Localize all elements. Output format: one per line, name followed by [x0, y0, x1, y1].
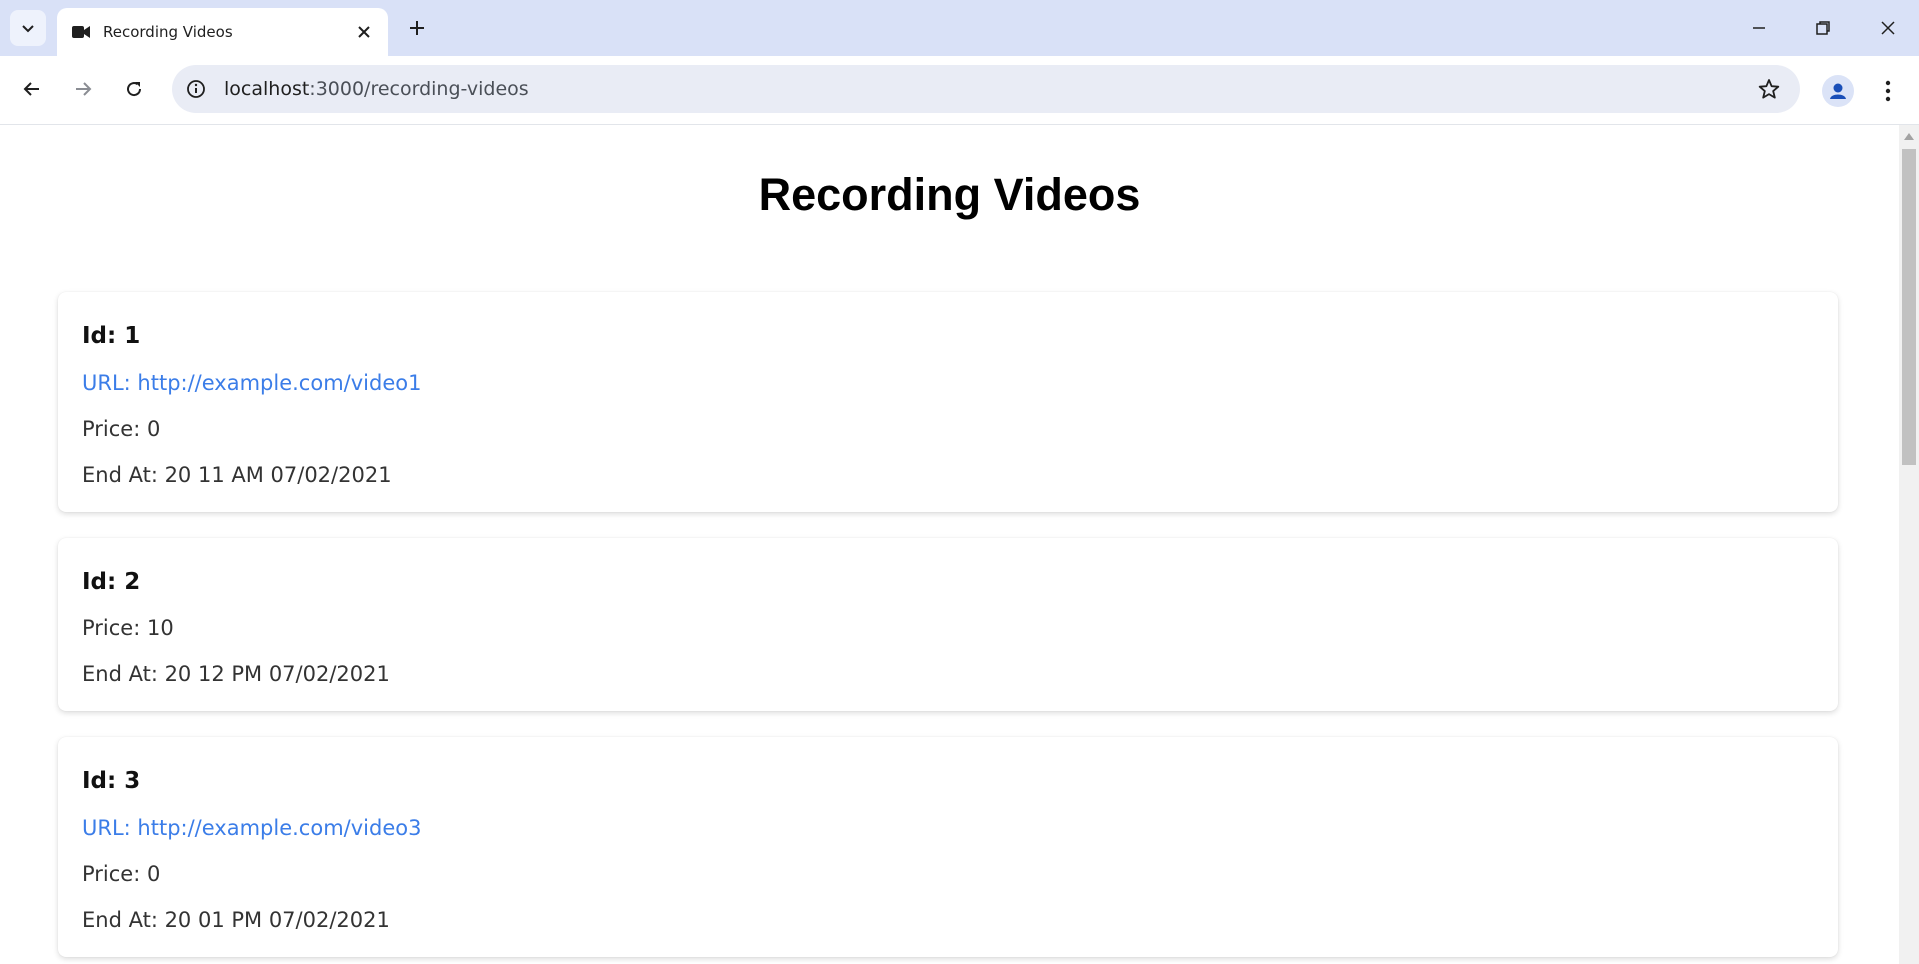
reload-button[interactable] — [117, 72, 151, 106]
url-host: localhost — [224, 78, 310, 100]
video-id: Id: 1 — [82, 323, 141, 349]
address-text[interactable]: localhost:3000/recording-videos — [224, 78, 529, 100]
video-card: Id: 2 Price: 10 End At: 20 12 PM 07/02/2… — [58, 538, 1838, 711]
profile-icon — [1830, 83, 1846, 99]
new-tab-button[interactable] — [403, 14, 431, 42]
browser-menu-button[interactable] — [1876, 75, 1900, 107]
video-price: Price: 0 — [82, 417, 161, 441]
video-end-at: End At: 20 01 PM 07/02/2021 — [82, 908, 390, 932]
video-id: Id: 3 — [82, 768, 141, 794]
video-id: Id: 2 — [82, 569, 141, 595]
video-card: Id: 3 URL: http://example.com/video3 Pri… — [58, 737, 1838, 957]
tab-search-icon — [22, 25, 34, 33]
bookmark-button[interactable] — [1756, 76, 1782, 102]
forward-button[interactable] — [66, 72, 100, 106]
close-icon — [358, 26, 370, 38]
tab-title: Recording Videos — [103, 23, 233, 41]
scrollbar-thumb[interactable] — [1902, 149, 1916, 465]
close-tab-button[interactable] — [353, 21, 375, 43]
plus-icon — [410, 21, 424, 35]
page-scrollbar[interactable] — [1899, 125, 1919, 964]
video-price: Price: 0 — [82, 862, 161, 886]
url-path: :3000/recording-videos — [309, 78, 529, 100]
minimize-button[interactable] — [1744, 14, 1774, 42]
close-window-button[interactable] — [1873, 14, 1903, 42]
restore-button[interactable] — [1808, 14, 1838, 42]
video-card: Id: 1 URL: http://example.com/video1 Pri… — [58, 292, 1838, 512]
video-end-at: End At: 20 11 AM 07/02/2021 — [82, 463, 392, 487]
back-icon — [23, 82, 39, 96]
video-url-link[interactable]: URL: http://example.com/video3 — [82, 816, 421, 840]
back-button[interactable] — [15, 72, 49, 106]
minimize-icon — [1753, 27, 1765, 29]
active-tab[interactable]: Recording Videos — [57, 8, 388, 56]
page-viewport: Recording Videos Id: 1 URL: http://examp… — [0, 125, 1899, 964]
page-title: Recording Videos — [758, 169, 1141, 220]
browser-toolbar: localhost:3000/recording-videos — [0, 56, 1919, 125]
kebab-menu-icon — [1885, 80, 1891, 102]
profile-button[interactable] — [1822, 75, 1854, 107]
restore-icon — [1816, 21, 1830, 35]
video-camera-icon — [71, 24, 91, 44]
site-info-icon — [187, 80, 205, 98]
site-info-button[interactable] — [182, 75, 210, 103]
address-bar[interactable]: localhost:3000/recording-videos — [172, 65, 1800, 113]
reload-icon — [127, 82, 142, 97]
video-url-link[interactable]: URL: http://example.com/video1 — [82, 371, 421, 395]
scroll-up-arrow-icon[interactable] — [1904, 133, 1914, 140]
tab-strip: Recording Videos — [0, 0, 1919, 56]
star-icon — [1758, 79, 1780, 99]
video-price: Price: 10 — [82, 616, 174, 640]
close-icon — [1881, 21, 1895, 35]
tab-search-button[interactable] — [10, 10, 46, 46]
forward-icon — [76, 82, 92, 96]
video-end-at: End At: 20 12 PM 07/02/2021 — [82, 662, 390, 686]
